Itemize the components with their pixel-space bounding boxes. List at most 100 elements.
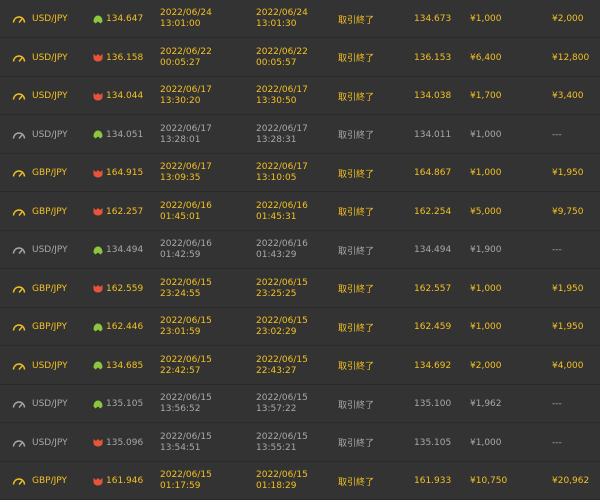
open-time: 22:42:57 <box>160 365 201 376</box>
entry-rate: 135.096 <box>106 437 144 448</box>
open-time: 23:24:55 <box>160 288 201 299</box>
currency-pair: USD/JPY <box>32 129 68 140</box>
payout-amount: --- <box>552 437 562 448</box>
status-label: 取引終了 <box>338 477 375 488</box>
close-time: 13:10:05 <box>256 173 297 183</box>
close-datetime: 2022/06/16 01:43:29 <box>256 231 308 269</box>
payout-amount: ¥4,000 <box>552 360 584 371</box>
close-time: 13:28:31 <box>256 134 297 145</box>
open-date: 2022/06/15 <box>160 277 212 288</box>
trade-row[interactable]: USD/JPY 134.051 2022/06/17 13:28:01 2022… <box>0 116 600 154</box>
payout-amount: ¥2,000 <box>552 14 584 24</box>
close-time: 13:30:50 <box>256 96 297 106</box>
close-datetime: 2022/06/15 01:18:29 <box>256 462 308 500</box>
purchase-amount: ¥2,000 <box>470 360 502 371</box>
payout-amount: --- <box>552 245 562 255</box>
close-datetime: 2022/06/17 13:28:31 <box>256 116 308 154</box>
status-label: 取引終了 <box>338 131 375 141</box>
open-date: 2022/06/17 <box>160 85 212 95</box>
open-date: 2022/06/15 <box>160 354 212 365</box>
speedometer-icon <box>12 154 26 192</box>
speedometer-icon <box>12 385 26 423</box>
trade-row[interactable]: USD/JPY 135.096 2022/06/15 13:54:51 2022… <box>0 424 600 462</box>
close-rate: 134.011 <box>414 129 452 140</box>
open-datetime: 2022/06/15 23:24:55 <box>160 270 212 308</box>
payout-amount: --- <box>552 399 562 409</box>
close-date: 2022/06/17 <box>256 162 308 172</box>
trade-row[interactable]: USD/JPY 136.158 2022/06/22 00:05:27 2022… <box>0 39 600 77</box>
purchase-amount: ¥1,962 <box>470 399 502 409</box>
trade-row[interactable]: GBP/JPY 161.946 2022/06/15 01:17:59 2022… <box>0 462 600 500</box>
status-label: 取引終了 <box>338 439 375 449</box>
trade-row[interactable]: USD/JPY 134.685 2022/06/15 22:42:57 2022… <box>0 347 600 385</box>
speedometer-icon <box>12 77 26 115</box>
open-date: 2022/06/24 <box>160 8 212 18</box>
close-datetime: 2022/06/15 13:57:22 <box>256 385 308 423</box>
open-date: 2022/06/15 <box>160 316 212 326</box>
open-datetime: 2022/06/15 13:56:52 <box>160 385 212 423</box>
close-rate: 162.557 <box>414 283 452 294</box>
close-date: 2022/06/15 <box>256 431 308 442</box>
trade-row[interactable]: GBP/JPY 162.559 2022/06/15 23:24:55 2022… <box>0 270 600 308</box>
close-time: 23:25:25 <box>256 288 297 299</box>
close-rate: 134.494 <box>414 245 452 255</box>
open-time: 00:05:27 <box>160 57 201 68</box>
speedometer-icon <box>12 462 26 500</box>
close-datetime: 2022/06/15 13:55:21 <box>256 424 308 462</box>
open-date: 2022/06/15 <box>160 470 212 480</box>
close-time: 22:43:27 <box>256 365 297 376</box>
close-datetime: 2022/06/17 13:30:50 <box>256 77 308 115</box>
entry-rate: 136.158 <box>106 52 144 63</box>
close-date: 2022/06/17 <box>256 85 308 95</box>
bear-icon <box>93 193 103 231</box>
payout-amount: ¥9,750 <box>552 206 584 217</box>
payout-amount: ¥20,962 <box>552 476 590 486</box>
trade-history-table: USD/JPY 134.647 2022/06/24 13:01:00 2022… <box>0 0 600 500</box>
close-rate: 136.153 <box>414 52 452 63</box>
currency-pair: USD/JPY <box>32 437 68 448</box>
payout-amount: ¥1,950 <box>552 168 584 178</box>
open-time: 01:45:01 <box>160 211 201 222</box>
close-datetime: 2022/06/15 22:43:27 <box>256 347 308 385</box>
status-label: 取引終了 <box>338 92 375 103</box>
payout-amount: ¥1,950 <box>552 322 584 332</box>
close-time: 23:02:29 <box>256 327 297 337</box>
bull-icon <box>93 385 103 423</box>
currency-pair: GBP/JPY <box>32 476 67 486</box>
status-label: 取引終了 <box>338 15 375 26</box>
close-date: 2022/06/15 <box>256 316 308 326</box>
close-date: 2022/06/15 <box>256 277 308 288</box>
currency-pair: USD/JPY <box>32 14 68 24</box>
open-datetime: 2022/06/17 13:30:20 <box>160 77 212 115</box>
open-date: 2022/06/22 <box>160 46 212 57</box>
close-time: 01:18:29 <box>256 481 297 491</box>
speedometer-icon <box>12 308 26 346</box>
close-date: 2022/06/16 <box>256 200 308 211</box>
entry-rate: 164.915 <box>106 168 144 178</box>
close-datetime: 2022/06/15 23:25:25 <box>256 270 308 308</box>
open-time: 13:28:01 <box>160 134 201 145</box>
open-datetime: 2022/06/15 13:54:51 <box>160 424 212 462</box>
payout-amount: ¥1,950 <box>552 283 584 294</box>
close-datetime: 2022/06/16 01:45:31 <box>256 193 308 231</box>
trade-row[interactable]: GBP/JPY 162.446 2022/06/15 23:01:59 2022… <box>0 308 600 346</box>
open-datetime: 2022/06/15 01:17:59 <box>160 462 212 500</box>
bear-icon <box>93 424 103 462</box>
trade-row[interactable]: USD/JPY 134.647 2022/06/24 13:01:00 2022… <box>0 0 600 38</box>
trade-row[interactable]: GBP/JPY 164.915 2022/06/17 13:09:35 2022… <box>0 154 600 192</box>
trade-row[interactable]: GBP/JPY 162.257 2022/06/16 01:45:01 2022… <box>0 193 600 231</box>
bull-icon <box>93 308 103 346</box>
close-datetime: 2022/06/15 23:02:29 <box>256 308 308 346</box>
open-datetime: 2022/06/16 01:45:01 <box>160 193 212 231</box>
currency-pair: USD/JPY <box>32 52 68 63</box>
trade-row[interactable]: USD/JPY 135.105 2022/06/15 13:56:52 2022… <box>0 385 600 423</box>
trade-row[interactable]: USD/JPY 134.494 2022/06/16 01:42:59 2022… <box>0 231 600 269</box>
entry-rate: 134.044 <box>106 91 144 101</box>
purchase-amount: ¥1,000 <box>470 14 502 24</box>
open-date: 2022/06/16 <box>160 200 212 211</box>
entry-rate: 134.494 <box>106 245 144 255</box>
open-datetime: 2022/06/15 23:01:59 <box>160 308 212 346</box>
trade-row[interactable]: USD/JPY 134.044 2022/06/17 13:30:20 2022… <box>0 77 600 115</box>
close-datetime: 2022/06/24 13:01:30 <box>256 0 308 38</box>
open-datetime: 2022/06/24 13:01:00 <box>160 0 212 38</box>
